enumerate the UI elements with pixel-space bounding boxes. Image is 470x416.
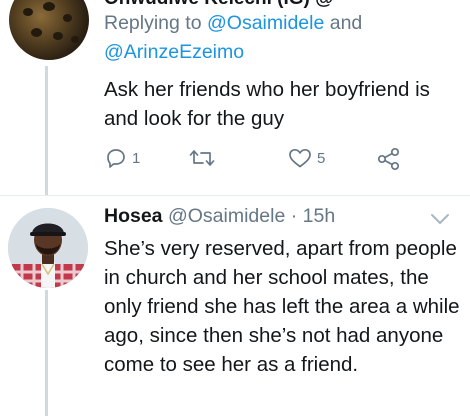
conversation-thread: Onwudiwe Kelechi (IG) @ Replying to @Osa… bbox=[0, 0, 470, 416]
chevron-down-icon bbox=[430, 212, 450, 229]
author-name[interactable]: Hosea bbox=[104, 205, 163, 227]
thread-connector bbox=[45, 290, 48, 416]
replying-to: Replying to @Osaimidele and bbox=[104, 12, 362, 35]
like-button[interactable]: 5 bbox=[287, 146, 325, 170]
mention-link[interactable]: @ArinzeEzeimo bbox=[104, 41, 244, 63]
tweet-text: Ask her friends who her boyfriend is and… bbox=[104, 78, 430, 130]
like-count: 5 bbox=[317, 149, 326, 167]
tweet[interactable]: Onwudiwe Kelechi (IG) @ Replying to @Osa… bbox=[0, 0, 470, 195]
mention-link[interactable]: @Osaimidele bbox=[207, 12, 324, 34]
reply-button[interactable]: 1 bbox=[104, 146, 140, 170]
retweet-button[interactable] bbox=[188, 146, 220, 170]
share-icon bbox=[376, 146, 402, 172]
replying-to-label: Replying to bbox=[104, 12, 207, 34]
tweet-divider bbox=[0, 195, 470, 196]
replying-to-continued: @ArinzeEzeimo bbox=[104, 41, 244, 64]
replying-to-and: and bbox=[324, 12, 363, 34]
heart-icon bbox=[287, 146, 313, 170]
avatar[interactable] bbox=[8, 208, 88, 288]
tweet-author-cut: Onwudiwe Kelechi (IG) @ bbox=[104, 0, 334, 10]
retweet-icon bbox=[188, 146, 216, 170]
tweet-actions: 1 5 bbox=[104, 146, 424, 172]
tweet-header: Hosea @Osaimidele · 15h bbox=[104, 205, 335, 228]
tweet-text: She’s very reserved, apart from people i… bbox=[104, 237, 460, 376]
reply-icon bbox=[104, 146, 128, 170]
avatar[interactable] bbox=[9, 0, 89, 60]
timestamp[interactable]: 15h bbox=[303, 205, 336, 227]
header-separator: · bbox=[285, 205, 303, 227]
author-handle[interactable]: @Osaimidele bbox=[168, 205, 285, 227]
tweet-menu-button[interactable] bbox=[430, 212, 450, 230]
reply-count: 1 bbox=[132, 149, 141, 167]
share-button[interactable] bbox=[376, 146, 402, 172]
